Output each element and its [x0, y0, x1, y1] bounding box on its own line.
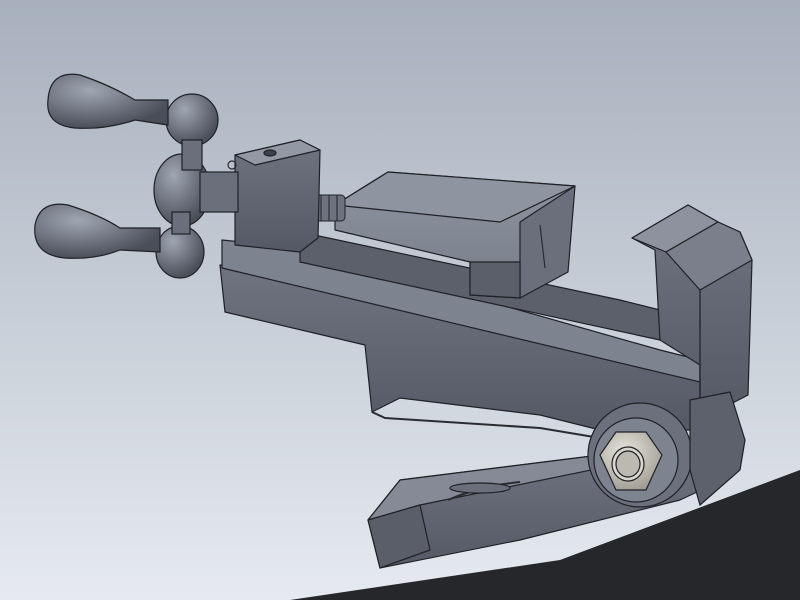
vise-model-render [0, 0, 800, 600]
screw-housing [227, 139, 321, 253]
pivot-boss [587, 402, 693, 508]
cad-viewport [0, 0, 800, 600]
